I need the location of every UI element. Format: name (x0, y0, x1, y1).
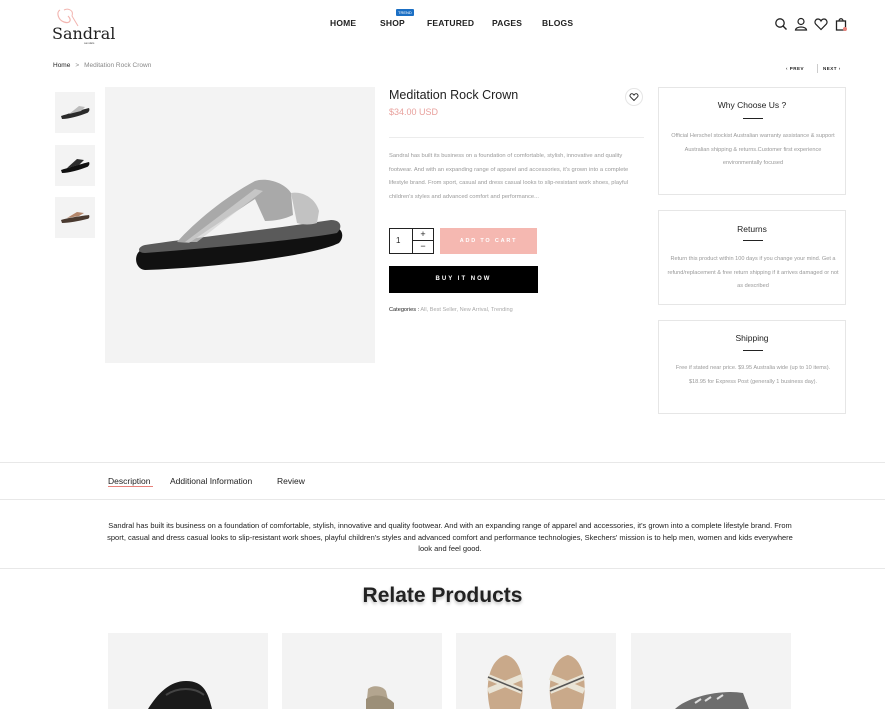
heart-icon[interactable] (814, 17, 828, 31)
related-product-3[interactable] (456, 633, 616, 709)
next-link[interactable]: NEXT › (823, 66, 841, 71)
striped-cross-sandal-icon (486, 655, 586, 709)
next-label: NEXT (823, 66, 838, 71)
add-to-cart-button[interactable]: ADD TO CART (440, 228, 537, 254)
nav-featured[interactable]: FEATURED (427, 18, 474, 28)
breadcrumb: Home > Meditation Rock Crown (53, 62, 151, 69)
breadcrumb-home[interactable]: Home (53, 62, 70, 69)
description-text: Sandral has built its business on a foun… (107, 521, 793, 553)
grey-slide-sandal-icon (675, 691, 749, 709)
product-price: $34.00 USD (389, 107, 439, 117)
thumbnail-3[interactable] (55, 197, 95, 238)
search-icon[interactable] (774, 17, 788, 31)
sandal-silver-main-icon (136, 179, 343, 270)
nav-shop[interactable]: SHOP (380, 18, 405, 28)
main-product-image[interactable] (105, 87, 375, 363)
logo-tagline: sandals (84, 41, 95, 45)
returns-rule (743, 240, 763, 241)
prev-label: PREV (789, 66, 805, 71)
tabs-bottom-border (0, 499, 885, 500)
sandal-brown-thumb-icon (61, 212, 90, 223)
related-product-2[interactable] (282, 633, 442, 709)
related-products-title: Relate Products (362, 584, 523, 607)
user-icon[interactable] (794, 17, 808, 31)
tab-active-underline (108, 486, 153, 487)
tab-review[interactable]: Review (277, 476, 305, 486)
returns-box: Returns Return this product within 100 d… (658, 210, 846, 305)
breadcrumb-separator: > (75, 62, 80, 69)
quantity-value[interactable]: 1 (396, 236, 400, 245)
nav-blogs[interactable]: BLOGS (542, 18, 573, 28)
why-choose-us-box: Why Choose Us ? Official Herschel stocki… (658, 87, 846, 195)
quantity-plus-button[interactable]: + (412, 229, 433, 241)
buy-now-button[interactable]: BUY IT NOW (389, 266, 538, 293)
thumbnail-1[interactable] (55, 92, 95, 133)
returns-text: Return this product within 100 days if y… (667, 256, 839, 289)
tabs-top-border (0, 462, 885, 463)
returns-title: Returns (737, 224, 767, 234)
shipping-rule (743, 350, 763, 351)
black-slide-sandal-icon (148, 681, 212, 709)
nav-home[interactable]: HOME (330, 18, 356, 28)
why-choose-us-rule (743, 118, 763, 119)
related-product-1[interactable] (108, 633, 268, 709)
heart-outline-icon (629, 93, 639, 102)
sandal-black-thumb-icon (61, 159, 90, 173)
trend-badge: TREND (396, 9, 414, 16)
prev-link[interactable]: ‹ PREV (786, 66, 804, 71)
shipping-box: Shipping Free if stated near price. $9.9… (658, 320, 846, 414)
quantity-minus-button[interactable]: − (412, 241, 433, 253)
categories: Categories : All, Best Seller, New Arriv… (389, 307, 513, 313)
breadcrumb-current: Meditation Rock Crown (84, 62, 152, 69)
shipping-title: Shipping (735, 333, 769, 343)
thumbnail-2[interactable] (55, 145, 95, 186)
tab-description[interactable]: Description (108, 476, 151, 486)
categories-list[interactable]: All, Best Seller, New Arrival, Trending (420, 307, 512, 313)
product-divider (389, 137, 644, 138)
tab-additional-information[interactable]: Additional Information (170, 476, 252, 486)
related-product-4[interactable] (631, 633, 791, 709)
nav-pages[interactable]: PAGES (492, 18, 522, 28)
why-choose-us-title: Why Choose Us ? (717, 100, 787, 110)
product-title: Meditation Rock Crown (389, 88, 519, 102)
quantity-stepper: 1 + − (389, 228, 434, 254)
wishlist-button[interactable] (625, 88, 643, 106)
categories-label: Categories : (389, 307, 420, 313)
taupe-strap-sandal-icon (366, 686, 394, 709)
product-short-description: Sandral has built its business on a foun… (389, 153, 629, 200)
why-choose-us-text: Official Herschel stockist Australian wa… (671, 133, 835, 166)
shipping-text: Free if stated near price. $9.95 Austral… (675, 365, 831, 385)
pager-divider (817, 64, 818, 73)
cart-count-dot (843, 27, 847, 31)
sandal-silver-thumb-icon (61, 106, 90, 119)
section-divider (0, 568, 885, 569)
